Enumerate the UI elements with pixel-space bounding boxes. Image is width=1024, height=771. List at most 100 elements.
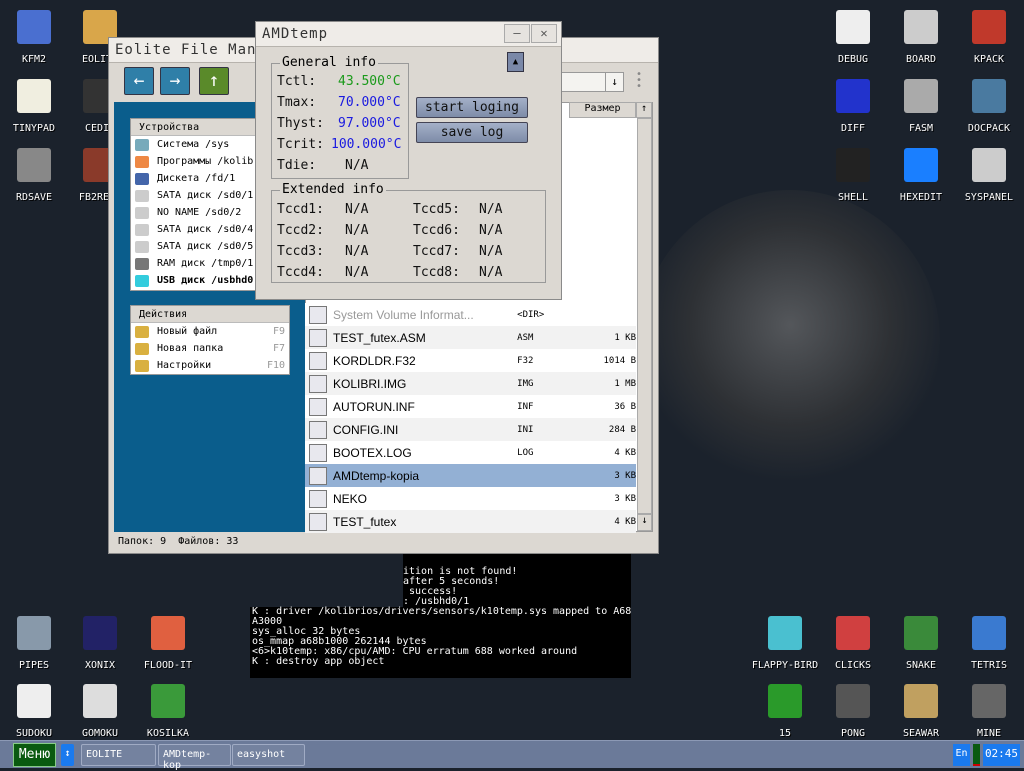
clock[interactable]: 02:45 (983, 744, 1020, 766)
desktop-icon[interactable]: KPACK (955, 10, 1023, 65)
desktop-icon-label: HEXEDIT (899, 192, 943, 203)
file-row[interactable]: KORDLDR.F32 F32 1014 B (305, 349, 636, 372)
desktop-icon[interactable]: TETRIS (955, 616, 1023, 671)
forward-button[interactable]: → (160, 67, 190, 95)
app-icon (972, 148, 1006, 182)
task-amdtemp[interactable]: AMDtemp-kop (158, 744, 231, 771)
file-row[interactable]: BOOTEX.LOG LOG 4 KB (305, 441, 636, 464)
desktop-icon[interactable]: KFM2 (0, 10, 68, 65)
desktop-icon[interactable]: PIPES (0, 616, 68, 671)
file-row[interactable]: TEST_futex 4 KB (305, 510, 636, 533)
extended-label: Tccd6: (413, 223, 460, 238)
file-icon (309, 512, 327, 531)
file-row[interactable]: AUTORUN.INF INF 36 B (305, 395, 636, 418)
desktop-icon[interactable]: CLICKS (819, 616, 887, 671)
file-row[interactable]: KOLIBRI.IMG IMG 1 MB (305, 372, 636, 395)
desktop-icon[interactable]: MINE (955, 684, 1023, 739)
app-icon (17, 10, 51, 44)
desktop-icon[interactable]: SHELL (819, 148, 887, 203)
task-eolite[interactable]: EOLITE (81, 744, 156, 766)
menu-button[interactable]: Меню (13, 743, 56, 767)
desktop-icon-label: FLOOD-IT (143, 660, 193, 671)
amdtemp-window: AMDtemp – ✕ ▲ General info Tctl: 43.500°C… (255, 21, 562, 300)
file-row[interactable]: AMDtemp-kopia 3 KB (305, 464, 636, 487)
device-label: RAM диск /tmp0/1 (157, 258, 254, 269)
app-icon (904, 684, 938, 718)
desktop-icon[interactable]: 15 (751, 684, 819, 739)
up-button[interactable]: ↑ (199, 67, 229, 95)
save-log-button[interactable]: save log (416, 122, 528, 143)
desktop-icon[interactable]: PONG (819, 684, 887, 739)
desktop-icon[interactable]: GOMOKU (66, 684, 134, 739)
file-icon (309, 489, 327, 508)
start-logging-button[interactable]: start loging (416, 97, 528, 118)
action-icon (135, 325, 149, 338)
minimize-button[interactable]: – (504, 24, 530, 43)
general-info-title: General info (280, 55, 378, 70)
language-indicator[interactable]: En (953, 744, 970, 766)
desktop-icon[interactable]: RDSAVE (0, 148, 68, 203)
cpu-indicator (973, 744, 980, 766)
file-row[interactable]: TEST_futex.ASM ASM 1 KB (305, 326, 636, 349)
app-icon (836, 684, 870, 718)
path-dropdown-arrow[interactable]: ↓ (605, 72, 624, 92)
desktop-icon[interactable]: HEXEDIT (887, 148, 955, 203)
desktop-icon-label: KFM2 (21, 54, 47, 65)
app-icon (83, 616, 117, 650)
desktop-icon[interactable]: SYSPANEL (955, 148, 1023, 203)
desktop-icon[interactable]: SUDOKU (0, 684, 68, 739)
file-row[interactable]: System Volume Informat... <DIR> (305, 303, 636, 326)
desktop-icon[interactable]: SEAWAR (887, 684, 955, 739)
file-type: F32 (517, 355, 534, 366)
extended-value: N/A (479, 223, 503, 238)
general-label: Tcrit: (277, 137, 324, 152)
back-button[interactable]: ← (124, 67, 154, 95)
desktop-icon-label: FASM (908, 123, 934, 134)
action-item[interactable]: Новая папка F7 (131, 340, 289, 357)
general-value: 100.000°C (331, 137, 402, 152)
close-button[interactable]: ✕ (531, 24, 557, 43)
desktop-icon[interactable]: FLOOD-IT (134, 616, 202, 671)
collapse-button[interactable]: ▲ (507, 52, 524, 72)
desktop-icon-label: CLICKS (834, 660, 872, 671)
desktop-icon[interactable]: BOARD (887, 10, 955, 65)
menu-dots-icon[interactable]: • • • (636, 70, 642, 92)
desktop-icon-label: DOCPACK (967, 123, 1011, 134)
app-icon (768, 616, 802, 650)
scrollbar[interactable] (637, 118, 652, 514)
file-name: NEKO (333, 491, 368, 506)
desktop-icon[interactable]: DEBUG (819, 10, 887, 65)
file-row[interactable]: NEKO 3 KB (305, 487, 636, 510)
extended-value: N/A (345, 202, 369, 217)
log-line: K : destroy app object (252, 656, 385, 667)
app-icon (904, 616, 938, 650)
desktop-icon[interactable]: FLAPPY-BIRD (751, 616, 819, 671)
action-item[interactable]: Новый файл F9 (131, 323, 289, 340)
file-icon (309, 305, 327, 324)
sort-arrow[interactable]: ↑ (636, 102, 652, 118)
task-easyshot[interactable]: easyshot (232, 744, 305, 766)
desktop-icon[interactable]: XONIX (66, 616, 134, 671)
drive-icon (135, 240, 149, 253)
general-label: Thyst: (277, 116, 324, 131)
desktop-icon[interactable]: DIFF (819, 79, 887, 134)
drive-icon (135, 223, 149, 236)
desktop-icon[interactable]: KOSILKA (134, 684, 202, 739)
desktop-icon-label: 15 (778, 728, 792, 739)
desktop-icon[interactable]: TINYPAD (0, 79, 68, 134)
app-icon (83, 684, 117, 718)
desktop-icon[interactable]: FASM (887, 79, 955, 134)
actions-header: Действия (131, 306, 289, 323)
desktop-icon[interactable]: DOCPACK (955, 79, 1023, 134)
action-item[interactable]: Настройки F10 (131, 357, 289, 374)
scroll-down-button[interactable]: ↓ (637, 514, 652, 531)
size-column-header[interactable]: Размер (569, 102, 636, 118)
extended-label: Tccd1: (277, 202, 324, 217)
desktop-icon[interactable]: SNAKE (887, 616, 955, 671)
drive-icon (135, 189, 149, 202)
switch-button[interactable]: ↕ (61, 744, 74, 766)
file-row[interactable]: CONFIG.INI INI 284 B (305, 418, 636, 441)
desktop-icon-label: SNAKE (905, 660, 937, 671)
file-name: System Volume Informat... (333, 307, 474, 322)
file-icon (309, 374, 327, 393)
